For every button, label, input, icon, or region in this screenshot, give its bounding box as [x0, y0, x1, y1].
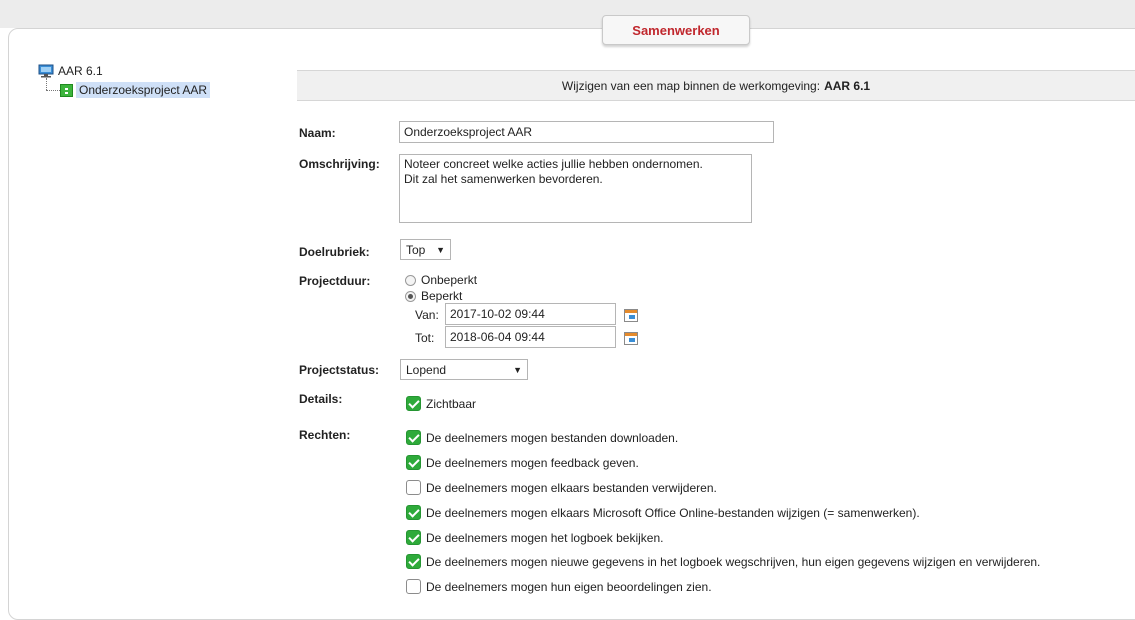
radio-beperkt-label: Beperkt — [421, 289, 463, 303]
checkbox-checked[interactable] — [406, 554, 421, 569]
checkbox-recht-7[interactable]: De deelnemers mogen hun eigen beoordelin… — [406, 579, 712, 594]
doelrubriek-select[interactable]: Top ▼ — [400, 239, 451, 260]
checkbox-label: De deelnemers mogen bestanden downloaden… — [426, 430, 679, 445]
radio-onbeperkt-label: Onbeperkt — [421, 273, 478, 287]
radio-button[interactable] — [405, 274, 416, 286]
header-workspace: AAR 6.1 — [824, 78, 871, 93]
omschrijving-label: Omschrijving: — [299, 157, 380, 171]
tab-samenwerken[interactable]: Samenwerken — [602, 15, 750, 45]
naam-input[interactable] — [399, 121, 774, 143]
checkbox-recht-1[interactable]: De deelnemers mogen bestanden downloaden… — [406, 430, 678, 445]
chevron-down-icon: ▼ — [513, 364, 522, 375]
tree-connector — [46, 78, 48, 90]
checkbox-recht-3[interactable]: De deelnemers mogen elkaars bestanden ve… — [406, 480, 717, 495]
checkbox-checked[interactable] — [406, 455, 421, 470]
checkbox-label: De deelnemers mogen elkaars Microsoft Of… — [426, 505, 920, 520]
checkbox-label: De deelnemers mogen nieuwe gegevens in h… — [426, 554, 1041, 569]
tree-root-item[interactable]: AAR 6.1 — [38, 64, 103, 78]
checkbox-label: De deelnemers mogen het logboek bekijken… — [426, 530, 664, 545]
tree-root-label: AAR 6.1 — [58, 64, 103, 78]
checkbox-unchecked[interactable] — [406, 480, 421, 495]
van-date-input[interactable] — [445, 303, 616, 325]
tree-connector — [46, 90, 60, 92]
omschrijving-textarea[interactable]: Noteer concreet welke acties jullie hebb… — [399, 154, 752, 223]
checkbox-recht-5[interactable]: De deelnemers mogen het logboek bekijken… — [406, 530, 663, 545]
van-label: Van: — [415, 308, 439, 322]
chevron-down-icon: ▼ — [436, 244, 445, 255]
calendar-icon[interactable] — [624, 332, 638, 345]
radio-button-selected[interactable] — [405, 290, 416, 302]
checkbox-checked[interactable] — [406, 505, 421, 520]
top-bar — [0, 0, 1135, 28]
radio-onbeperkt[interactable]: Onbeperkt — [405, 273, 477, 287]
checkbox-checked[interactable] — [406, 396, 421, 411]
checkbox-checked[interactable] — [406, 530, 421, 545]
projectstatus-label: Projectstatus: — [299, 363, 380, 377]
naam-label: Naam: — [299, 126, 336, 140]
project-folder-icon — [60, 83, 73, 97]
tot-date-input[interactable] — [445, 326, 616, 348]
checkbox-zichtbaar[interactable]: Zichtbaar — [406, 396, 476, 411]
projectduur-label: Projectduur: — [299, 274, 371, 288]
calendar-icon[interactable] — [624, 309, 638, 322]
doelrubriek-value: Top — [406, 242, 426, 257]
details-label: Details: — [299, 392, 343, 406]
projectstatus-value: Lopend — [406, 362, 447, 377]
checkbox-checked[interactable] — [406, 430, 421, 445]
checkbox-label: De deelnemers mogen elkaars bestanden ve… — [426, 480, 717, 495]
checkbox-recht-4[interactable]: De deelnemers mogen elkaars Microsoft Of… — [406, 505, 920, 520]
rechten-label: Rechten: — [299, 428, 351, 442]
header-prefix: Wijzigen van een map binnen de werkomgev… — [561, 78, 821, 93]
checkbox-recht-2[interactable]: De deelnemers mogen feedback geven. — [406, 455, 639, 470]
doelrubriek-label: Doelrubriek: — [299, 245, 370, 259]
tree-item-label: Onderzoeksproject AAR — [76, 82, 211, 98]
projectstatus-select[interactable]: Lopend ▼ — [400, 359, 528, 380]
checkbox-label: De deelnemers mogen feedback geven. — [426, 455, 639, 470]
page-header: Wijzigen van een map binnen de werkomgev… — [297, 70, 1135, 101]
checkbox-label: De deelnemers mogen hun eigen beoordelin… — [426, 579, 712, 594]
tree-item-onderzoeksproject[interactable]: Onderzoeksproject AAR — [60, 82, 211, 98]
tot-label: Tot: — [415, 331, 435, 345]
checkbox-unchecked[interactable] — [406, 579, 421, 594]
radio-beperkt[interactable]: Beperkt — [405, 289, 462, 303]
checkbox-recht-6[interactable]: De deelnemers mogen nieuwe gegevens in h… — [406, 554, 1040, 569]
checkbox-label: Zichtbaar — [426, 396, 477, 411]
computer-icon — [38, 64, 54, 78]
